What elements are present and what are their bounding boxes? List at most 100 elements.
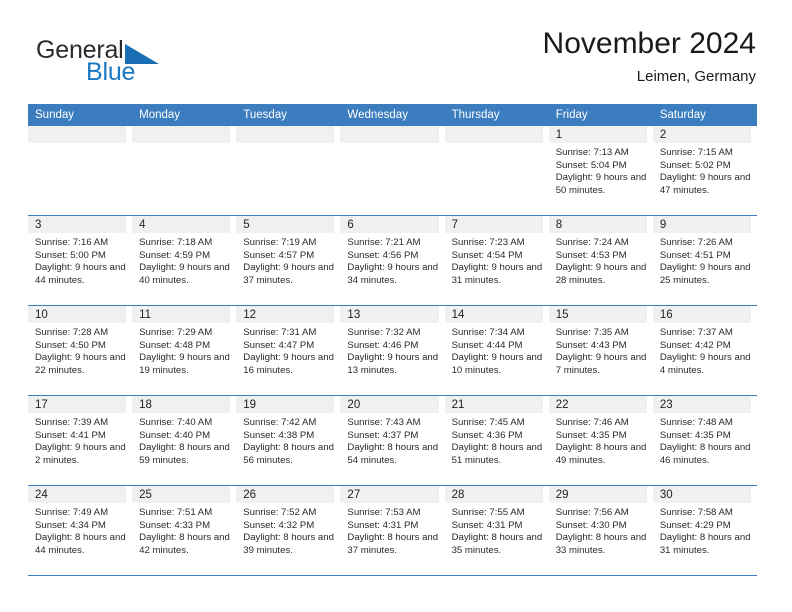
sunset-text: Sunset: 5:04 PM <box>555 159 627 171</box>
calendar-day-cell[interactable]: 16 Sunrise: 7:37 AM Sunset: 4:42 PM Dayligh… <box>652 306 757 395</box>
day-number: 6 <box>347 219 354 231</box>
day-sun-info: Sunrise: 7:23 AM Sunset: 4:54 PM Daylight:… <box>445 233 549 287</box>
daylight-text: Daylight: 9 hours and 16 minutes. <box>243 352 334 376</box>
calendar-day-cell[interactable]: 18 Sunrise: 7:40 AM Sunset: 4:40 PM Dayligh… <box>132 396 237 485</box>
calendar-day-cell[interactable]: 17 Sunrise: 7:39 AM Sunset: 4:41 PM Dayligh… <box>28 396 133 485</box>
day-number: 12 <box>243 309 257 321</box>
daylight-text: Daylight: 9 hours and 47 minutes. <box>659 172 751 196</box>
calendar-day-cell[interactable]: 28 Sunrise: 7:55 AM Sunset: 4:31 PM Dayligh… <box>444 486 549 575</box>
sunset-text: Sunset: 4:59 PM <box>139 249 211 261</box>
calendar-day-cell[interactable]: 13 Sunrise: 7:32 AM Sunset: 4:46 PM Dayligh… <box>340 306 445 395</box>
day-number: 24 <box>35 489 48 501</box>
calendar-day-cell[interactable]: 7 Sunrise: 7:23 AM Sunset: 4:54 PM Daylight… <box>444 216 549 305</box>
calendar-day-cell[interactable]: 14 Sunrise: 7:34 AM Sunset: 4:44 PM Dayligh… <box>444 306 549 395</box>
calendar-day-cell[interactable]: 30 Sunrise: 7:58 AM Sunset: 4:29 PM Dayligh… <box>652 486 757 575</box>
sunrise-text: Sunrise: 7:37 AM <box>659 327 733 338</box>
daylight-text: Daylight: 8 hours and 59 minutes. <box>139 442 230 466</box>
sunrise-text: Sunrise: 7:16 AM <box>35 237 109 248</box>
calendar-day-cell[interactable]: 22 Sunrise: 7:46 AM Sunset: 4:35 PM Dayligh… <box>548 396 653 485</box>
day-number-band <box>652 216 751 233</box>
calendar-week-row: 3 Sunrise: 7:16 AM Sunset: 5:00 PM Daylight… <box>28 216 757 306</box>
sunrise-text: Sunrise: 7:23 AM <box>451 237 525 248</box>
calendar-day-cell[interactable]: 24 Sunrise: 7:49 AM Sunset: 4:34 PM Dayligh… <box>28 486 133 575</box>
sunset-text: Sunset: 4:48 PM <box>139 339 211 351</box>
calendar-day-cell-empty <box>444 126 549 215</box>
weekday-header-monday: Monday <box>139 109 181 121</box>
day-sun-info: Sunrise: 7:18 AM Sunset: 4:59 PM Daylight:… <box>132 233 236 287</box>
sunrise-text: Sunrise: 7:21 AM <box>347 237 421 248</box>
calendar-day-cell[interactable]: 10 Sunrise: 7:28 AM Sunset: 4:50 PM Dayligh… <box>28 306 133 395</box>
calendar-day-cell[interactable]: 8 Sunrise: 7:24 AM Sunset: 4:53 PM Daylight… <box>548 216 653 305</box>
day-number: 28 <box>451 489 465 501</box>
calendar-day-cell[interactable]: 15 Sunrise: 7:35 AM Sunset: 4:43 PM Dayligh… <box>548 306 653 395</box>
day-number: 22 <box>555 399 569 411</box>
calendar-day-cell[interactable]: 19 Sunrise: 7:42 AM Sunset: 4:38 PM Dayligh… <box>236 396 341 485</box>
daylight-text: Daylight: 8 hours and 33 minutes. <box>555 532 647 556</box>
day-number: 14 <box>451 309 465 321</box>
day-sun-info: Sunrise: 7:29 AM Sunset: 4:48 PM Daylight:… <box>132 323 236 377</box>
daylight-text: Daylight: 8 hours and 42 minutes. <box>139 532 230 556</box>
calendar-day-cell[interactable]: 21 Sunrise: 7:45 AM Sunset: 4:36 PM Dayligh… <box>444 396 549 485</box>
calendar-day-cell[interactable]: 1 Sunrise: 7:13 AM Sunset: 5:04 PM Daylight… <box>548 126 653 215</box>
daylight-text: Daylight: 9 hours and 19 minutes. <box>139 352 230 376</box>
sunrise-text: Sunrise: 7:31 AM <box>243 327 317 338</box>
calendar-day-cell[interactable]: 20 Sunrise: 7:43 AM Sunset: 4:37 PM Dayligh… <box>340 396 445 485</box>
sunset-text: Sunset: 4:53 PM <box>555 249 627 261</box>
calendar-day-cell[interactable]: 2 Sunrise: 7:15 AM Sunset: 5:02 PM Daylight… <box>652 126 757 215</box>
daylight-text: Daylight: 8 hours and 37 minutes. <box>347 532 439 556</box>
daylight-text: Daylight: 8 hours and 44 minutes. <box>35 532 126 556</box>
daylight-text: Daylight: 9 hours and 22 minutes. <box>35 352 126 376</box>
sunrise-text: Sunrise: 7:55 AM <box>451 507 525 518</box>
weekday-header-tuesday: Tuesday <box>243 109 287 121</box>
day-number: 11 <box>139 309 152 321</box>
day-sun-info: Sunrise: 7:13 AM Sunset: 5:04 PM Daylight:… <box>549 143 653 197</box>
sunrise-text: Sunrise: 7:28 AM <box>35 327 109 338</box>
sunrise-text: Sunrise: 7:42 AM <box>243 417 317 428</box>
calendar-day-cell[interactable]: 12 Sunrise: 7:31 AM Sunset: 4:47 PM Dayligh… <box>236 306 341 395</box>
calendar-week-row: 10 Sunrise: 7:28 AM Sunset: 4:50 PM Dayligh… <box>28 306 757 396</box>
sunset-text: Sunset: 4:30 PM <box>555 519 627 531</box>
day-number: 21 <box>451 399 465 411</box>
day-number-band <box>28 126 127 143</box>
weekday-header-wednesday: Wednesday <box>347 109 408 121</box>
calendar-page: General Blue November 2024 Leimen, Germa… <box>0 0 792 612</box>
sunset-text: Sunset: 4:29 PM <box>659 519 731 531</box>
day-number: 30 <box>659 489 673 501</box>
day-number-band <box>132 216 231 233</box>
sunrise-text: Sunrise: 7:18 AM <box>139 237 213 248</box>
calendar-day-cell[interactable]: 9 Sunrise: 7:26 AM Sunset: 4:51 PM Daylight… <box>652 216 757 305</box>
calendar-day-cell[interactable]: 27 Sunrise: 7:53 AM Sunset: 4:31 PM Dayligh… <box>340 486 445 575</box>
daylight-text: Daylight: 9 hours and 50 minutes. <box>555 172 647 196</box>
calendar-day-cell-empty <box>340 126 445 215</box>
sunset-text: Sunset: 4:44 PM <box>451 339 523 351</box>
sunset-text: Sunset: 4:51 PM <box>659 249 731 261</box>
sunrise-text: Sunrise: 7:34 AM <box>451 327 525 338</box>
sunset-text: Sunset: 4:50 PM <box>35 339 106 351</box>
calendar-day-cell[interactable]: 25 Sunrise: 7:51 AM Sunset: 4:33 PM Dayligh… <box>132 486 237 575</box>
calendar-day-cell[interactable]: 11 Sunrise: 7:29 AM Sunset: 4:48 PM Dayligh… <box>132 306 237 395</box>
calendar-day-cell[interactable]: 6 Sunrise: 7:21 AM Sunset: 4:56 PM Daylight… <box>340 216 445 305</box>
sunrise-text: Sunrise: 7:51 AM <box>139 507 213 518</box>
day-sun-info: Sunrise: 7:43 AM Sunset: 4:37 PM Daylight:… <box>340 413 444 467</box>
calendar-day-cell[interactable]: 26 Sunrise: 7:52 AM Sunset: 4:32 PM Dayligh… <box>236 486 341 575</box>
calendar-day-cell[interactable]: 4 Sunrise: 7:18 AM Sunset: 4:59 PM Daylight… <box>132 216 237 305</box>
calendar-day-cell[interactable]: 5 Sunrise: 7:19 AM Sunset: 4:57 PM Daylight… <box>236 216 341 305</box>
sunrise-text: Sunrise: 7:15 AM <box>659 147 733 158</box>
calendar-day-cell[interactable]: 23 Sunrise: 7:48 AM Sunset: 4:35 PM Dayligh… <box>652 396 757 485</box>
calendar-day-cell[interactable]: 3 Sunrise: 7:16 AM Sunset: 5:00 PM Daylight… <box>28 216 133 305</box>
logo-text-blue: Blue <box>86 58 136 86</box>
sunset-text: Sunset: 4:40 PM <box>139 429 211 441</box>
day-sun-info: Sunrise: 7:46 AM Sunset: 4:35 PM Daylight:… <box>549 413 653 467</box>
sunset-text: Sunset: 4:42 PM <box>659 339 731 351</box>
sunset-text: Sunset: 4:38 PM <box>243 429 315 441</box>
day-number-band <box>652 126 751 143</box>
daylight-text: Daylight: 8 hours and 31 minutes. <box>659 532 751 556</box>
daylight-text: Daylight: 8 hours and 49 minutes. <box>555 442 647 466</box>
daylight-text: Daylight: 8 hours and 54 minutes. <box>347 442 439 466</box>
day-number: 18 <box>139 399 152 411</box>
generalblue-logo[interactable]: General Blue <box>36 36 226 88</box>
sunrise-text: Sunrise: 7:19 AM <box>243 237 317 248</box>
daylight-text: Daylight: 9 hours and 34 minutes. <box>347 262 439 286</box>
calendar-day-cell[interactable]: 29 Sunrise: 7:56 AM Sunset: 4:30 PM Dayligh… <box>548 486 653 575</box>
day-number: 2 <box>659 129 667 141</box>
